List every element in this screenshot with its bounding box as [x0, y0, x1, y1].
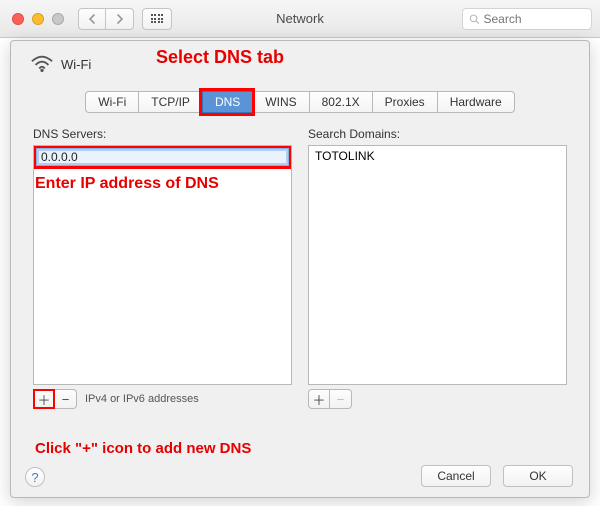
- ok-button[interactable]: OK: [503, 465, 573, 487]
- search-input[interactable]: [484, 12, 586, 26]
- wifi-label: Wi-Fi: [61, 57, 91, 72]
- dns-footer-hint: IPv4 or IPv6 addresses: [85, 393, 199, 405]
- annotation-click-plus: Click "+" icon to add new DNS: [35, 440, 251, 457]
- dns-add-button[interactable]: ＋: [33, 389, 55, 409]
- tab-wins[interactable]: WINS: [252, 91, 308, 113]
- zoom-window-button[interactable]: [52, 13, 64, 25]
- annotation-select-dns-tab: Select DNS tab: [156, 47, 284, 68]
- tab-wifi[interactable]: Wi-Fi: [85, 91, 138, 113]
- list-item[interactable]: TOTOLINK: [309, 146, 566, 166]
- tab-hardware[interactable]: Hardware: [437, 91, 515, 113]
- preferences-window: Network Wi-Fi Select DNS tab Wi-Fi TCP/I…: [0, 0, 600, 506]
- dns-servers-label: DNS Servers:: [33, 127, 292, 141]
- annotation-enter-ip: Enter IP address of DNS: [35, 175, 219, 193]
- search-domains-list[interactable]: TOTOLINK: [308, 145, 567, 385]
- traffic-lights: [12, 13, 64, 25]
- domains-remove-button[interactable]: −: [330, 389, 352, 409]
- search-field[interactable]: [462, 8, 592, 30]
- dns-servers-column: DNS Servers: ＋ − IPv4 or IPv6 addresses: [33, 127, 292, 409]
- wifi-heading: Wi-Fi: [31, 55, 91, 73]
- tab-bar: Wi-Fi TCP/IP DNS WINS 802.1X Proxies Har…: [11, 91, 589, 113]
- chevron-left-icon: [88, 14, 96, 24]
- forward-button[interactable]: [106, 8, 134, 30]
- domains-list-footer: ＋ −: [308, 389, 567, 409]
- close-window-button[interactable]: [12, 13, 24, 25]
- dns-server-input-row[interactable]: [33, 145, 292, 169]
- grid-icon: [151, 14, 164, 23]
- wifi-icon: [31, 55, 53, 73]
- settings-sheet: Wi-Fi Select DNS tab Wi-Fi TCP/IP DNS WI…: [10, 40, 590, 498]
- window-title: Network: [276, 11, 324, 26]
- button-row: Cancel OK: [421, 465, 573, 487]
- tab-proxies[interactable]: Proxies: [372, 91, 437, 113]
- panels: DNS Servers: ＋ − IPv4 or IPv6 addresses …: [11, 113, 589, 409]
- dns-server-input[interactable]: [36, 148, 289, 166]
- nav-buttons: [78, 8, 134, 30]
- sheet-header: Wi-Fi Select DNS tab: [11, 41, 589, 73]
- show-all-button[interactable]: [142, 8, 172, 30]
- domains-plus-minus: ＋ −: [308, 389, 352, 409]
- minimize-window-button[interactable]: [32, 13, 44, 25]
- dns-plus-minus: ＋ −: [33, 389, 77, 409]
- back-button[interactable]: [78, 8, 106, 30]
- domains-add-button[interactable]: ＋: [308, 389, 330, 409]
- help-button[interactable]: ?: [25, 467, 45, 487]
- tab-tcpip[interactable]: TCP/IP: [138, 91, 202, 113]
- cancel-button[interactable]: Cancel: [421, 465, 491, 487]
- titlebar: Network: [0, 0, 600, 38]
- dns-list-footer: ＋ − IPv4 or IPv6 addresses: [33, 389, 292, 409]
- dns-remove-button[interactable]: −: [55, 389, 77, 409]
- tab-dns[interactable]: DNS: [202, 91, 252, 113]
- chevron-right-icon: [116, 14, 124, 24]
- search-icon: [469, 13, 480, 25]
- search-domains-column: Search Domains: TOTOLINK ＋ −: [308, 127, 567, 409]
- tab-8021x[interactable]: 802.1X: [309, 91, 372, 113]
- search-domains-label: Search Domains:: [308, 127, 567, 141]
